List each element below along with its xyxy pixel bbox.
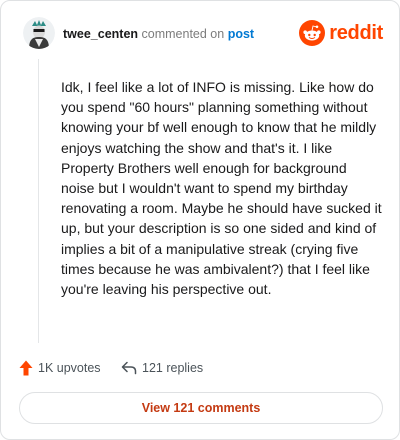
user-avatar[interactable] (23, 17, 55, 49)
comment-meta: twee_centen commented on post (63, 26, 254, 42)
avatar-icon (23, 17, 55, 49)
replies-button[interactable]: 121 replies (121, 358, 203, 378)
post-link[interactable]: post (228, 27, 254, 41)
replies-count: 121 replies (142, 361, 204, 375)
thread-line (38, 59, 39, 343)
reddit-wordmark: reddit (329, 22, 383, 44)
comment-card: twee_centen commented on post reddit Idk… (0, 0, 400, 440)
action-text: commented on (141, 27, 225, 41)
username-link[interactable]: twee_centen (63, 27, 138, 41)
reddit-snoo-icon (299, 20, 326, 46)
reply-arrow-icon (121, 361, 137, 375)
comment-body: Idk, I feel like a lot of INFO is missin… (61, 79, 382, 298)
upvote-arrow-icon (19, 360, 33, 376)
comment-header: twee_centen commented on post reddit (23, 17, 383, 51)
upvote-button[interactable]: 1K upvotes (19, 358, 101, 378)
comment-actions: 1K upvotes 121 replies (19, 358, 379, 378)
reddit-logo[interactable]: reddit (299, 20, 383, 46)
upvotes-count: 1K upvotes (38, 361, 101, 375)
view-comments-button[interactable]: View 121 comments (19, 392, 383, 424)
